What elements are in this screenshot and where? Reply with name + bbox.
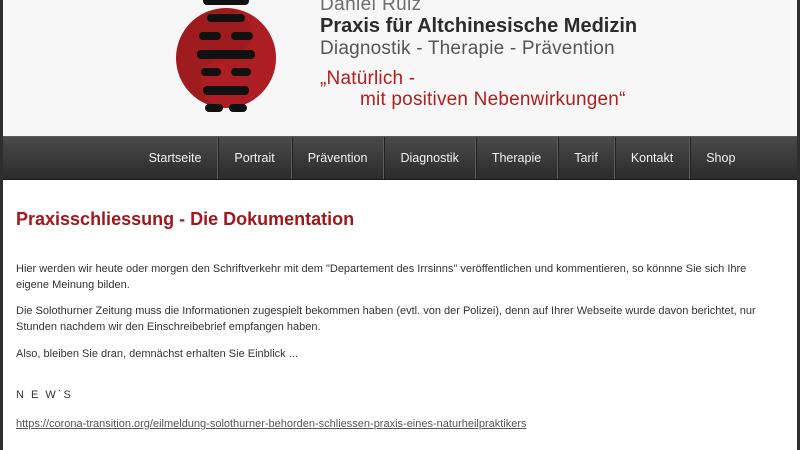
slogan-line-2: mit positiven Nebenwirkungen“	[360, 89, 626, 110]
brand-title: Praxis für Altchinesische Medizin	[320, 15, 638, 37]
nav-item-diagnostik[interactable]: Diagnostik	[384, 137, 476, 179]
slogan-line-1: „Natürlich -	[320, 68, 416, 89]
yin-yang-logo-icon[interactable]	[171, 0, 281, 130]
main-navigation: Startseite Portrait Prävention Diagnosti…	[3, 136, 797, 180]
nav-item-praevention[interactable]: Prävention	[292, 137, 385, 179]
news-heading: N E W`S	[16, 389, 73, 401]
site-header: Daniel Ruiz Praxis für Altchinesische Me…	[3, 0, 797, 136]
nav-item-portrait[interactable]: Portrait	[218, 137, 292, 179]
page-title: Praxisschliessung - Die Dokumentation	[16, 209, 355, 229]
paragraph-stay-tuned: Also, bleiben Sie dran, demnächst erhalt…	[16, 348, 298, 360]
nav-item-kontakt[interactable]: Kontakt	[615, 137, 691, 179]
nav-item-startseite[interactable]: Startseite	[133, 137, 219, 179]
nav-item-tarif[interactable]: Tarif	[558, 137, 615, 179]
paragraph-intro: Hier werden wir heute oder morgen den Sc…	[16, 263, 747, 291]
page: Daniel Ruiz Praxis für Altchinesische Me…	[0, 0, 800, 450]
nav-item-shop[interactable]: Shop	[690, 137, 751, 179]
nav-item-therapie[interactable]: Therapie	[476, 137, 559, 179]
main-content: Praxisschliessung - Die Dokumentation Hi…	[3, 180, 797, 450]
news-link[interactable]: https://corona-transition.org/eilmeldung…	[16, 418, 527, 430]
brand-subtitle: Diagnostik - Therapie - Prävention	[320, 38, 615, 59]
nav-list: Startseite Portrait Prävention Diagnosti…	[133, 137, 752, 179]
paragraph-newspaper: Die Solothurner Zeitung muss die Informa…	[16, 305, 756, 333]
brand-name: Daniel Ruiz	[320, 0, 422, 15]
